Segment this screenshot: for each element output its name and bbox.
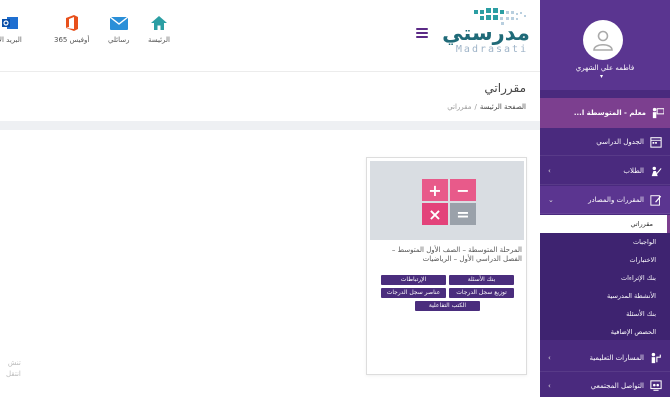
breadcrumb-home-link[interactable]: الصفحة الرئيسة [480, 103, 526, 111]
madrasati-logo[interactable]: مدرستي Madrasati [438, 8, 534, 56]
page: الرئيسة رسائلي أوفيس 365 البريد الإ مدرس… [0, 0, 670, 397]
interactive-books-button[interactable]: الكتب التفاعلية [415, 301, 480, 311]
quick-link-office365[interactable]: أوفيس 365 [54, 14, 89, 58]
students-icon [651, 166, 662, 176]
sidebar-item-courses[interactable]: ⌄ المقررات والمصادر [540, 186, 670, 214]
partial-text-line: انتقل [6, 370, 21, 378]
course-card-actions: الإرتباطات بنك الأسئلة عناصر سجل الدرجات… [373, 275, 522, 311]
user-profile[interactable]: فاطمه علي الشهري ▾ [540, 0, 670, 90]
page-header: مقرراتي الصفحة الرئيسة / مقرراتي [0, 73, 540, 121]
quick-link-label: البريد الإ [0, 36, 22, 44]
submenu-item-extra-classes[interactable]: الحصص الإضافية [540, 323, 670, 341]
logo-arabic-text: مدرستي [442, 21, 530, 45]
sidebar-item-students[interactable]: ‹ الطلاب [540, 157, 670, 185]
chevron-left-icon: ‹ [548, 353, 551, 362]
course-card-title[interactable]: المرحلة المتوسطة – الصف الأول المتوسط – … [373, 246, 522, 264]
sidebar-item-label: الجدول الدراسي [596, 137, 644, 146]
partial-text: تنش انتقل [6, 358, 21, 380]
partial-text-line: تنش [7, 359, 21, 367]
courses-submenu: مقرراتي الواجبات الاختبارات بنك الإثراءا… [540, 215, 670, 340]
chevron-left-icon: ‹ [548, 166, 551, 175]
envelope-icon [109, 14, 128, 32]
avatar[interactable] [583, 20, 623, 60]
hamburger-menu-icon[interactable] [416, 28, 428, 38]
sidebar-item-schedule[interactable]: الجدول الدراسي [540, 128, 670, 156]
quick-link-home[interactable]: الرئيسة [148, 14, 170, 58]
chevron-down-icon: ⌄ [548, 195, 554, 204]
chevron-left-icon: ‹ [548, 381, 551, 390]
sidebar-item-label: الطلاب [623, 166, 644, 175]
quick-link-label: أوفيس 365 [54, 36, 90, 44]
caret-down-icon[interactable]: ▾ [600, 73, 603, 80]
submenu-item-assignments[interactable]: الواجبات [540, 233, 670, 251]
submenu-item-exams[interactable]: الاختبارات [540, 251, 670, 269]
role-label: معلم - المتوسطة ا... [573, 109, 646, 117]
quick-link-label: رسائلي [108, 36, 130, 44]
sidebar-item-label: المقررات والمصادر [588, 195, 644, 204]
links-button[interactable]: الإرتباطات [381, 275, 446, 285]
breadcrumb: الصفحة الرئيسة / مقرراتي [447, 103, 526, 111]
submenu-item-question-bank[interactable]: بنك الأسئلة [540, 305, 670, 323]
grade-items-button[interactable]: عناصر سجل الدرجات [381, 288, 446, 298]
question-bank-button[interactable]: بنك الأسئلة [449, 275, 514, 285]
quick-link-label: الرئيسة [148, 36, 170, 44]
outlook-icon [1, 14, 19, 32]
quick-link-messages[interactable]: رسائلي [108, 14, 129, 58]
page-title: مقرراتي [484, 81, 526, 95]
sidebar-item-community[interactable]: ‹ التواصل المجتمعي [540, 372, 670, 397]
top-header: الرئيسة رسائلي أوفيس 365 البريد الإ مدرس… [0, 0, 540, 72]
submenu-item-enrichment-bank[interactable]: بنك الإثراءات [540, 269, 670, 287]
logo-english-text: Madrasati [455, 44, 529, 55]
user-icon [593, 30, 613, 51]
office-icon [63, 14, 81, 32]
calculator-icon: + − × = [422, 179, 476, 225]
submenu-item-school-activities[interactable]: الأنشطة المدرسية [540, 287, 670, 305]
teacher-icon [652, 107, 664, 119]
sidebar: فاطمه علي الشهري ▾ معلم - المتوسطة ا... … [540, 0, 670, 397]
submenu-item-my-courses[interactable]: مقرراتي [540, 215, 670, 233]
sidebar-item-label: التواصل المجتمعي [590, 381, 644, 390]
user-name[interactable]: فاطمه علي الشهري [540, 64, 670, 72]
sidebar-item-label: المسارات التعليمية [589, 353, 644, 362]
sidebar-item-learning-paths[interactable]: ‹ المسارات التعليمية [540, 344, 670, 372]
divider-band [0, 121, 540, 130]
edit-icon [650, 194, 662, 206]
role-selector[interactable]: معلم - المتوسطة ا... [540, 98, 670, 128]
quick-link-outlook[interactable]: البريد الإ [0, 14, 22, 58]
course-card[interactable]: + − × = المرحلة المتوسطة – الصف الأول المتو… [366, 157, 527, 375]
paths-icon [651, 352, 661, 363]
home-icon [150, 14, 168, 32]
breadcrumb-separator: / [474, 103, 477, 111]
breadcrumb-current: مقرراتي [447, 103, 472, 111]
calendar-icon [650, 136, 662, 148]
community-icon [650, 379, 662, 391]
grade-distribution-button[interactable]: توزيع سجل الدرجات [449, 288, 514, 298]
course-card-image: + − × = [370, 161, 524, 240]
